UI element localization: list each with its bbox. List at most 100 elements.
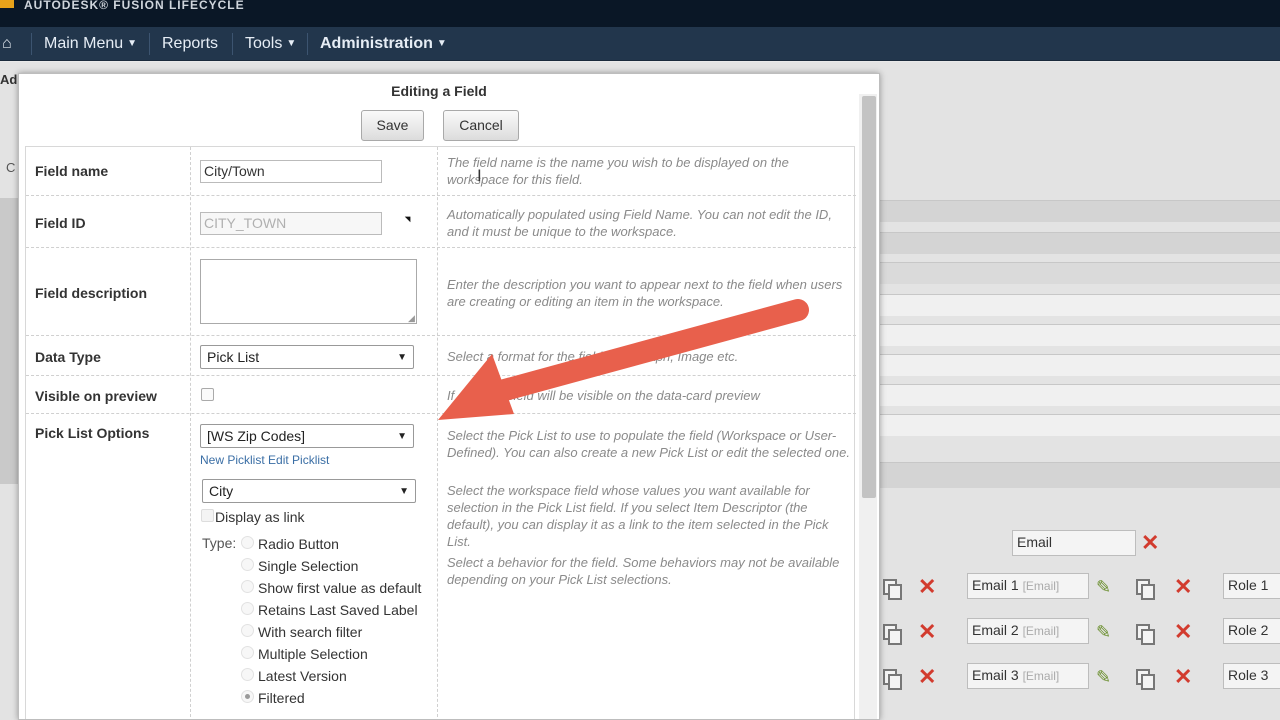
annotation-arrow-head (438, 354, 514, 420)
background-panel (0, 198, 20, 484)
type-help: Select a behavior for the field. Some be… (447, 555, 840, 587)
nav-administration[interactable]: Administration ▼ (320, 34, 447, 54)
background-band (880, 384, 1280, 406)
copy-icon[interactable] (883, 624, 902, 645)
pick-list-options-label: Pick List Options (35, 425, 150, 441)
copy-icon[interactable] (883, 669, 902, 690)
scrollbar-thumb[interactable] (862, 96, 876, 498)
nav-tools-label: Tools (245, 35, 283, 53)
background-band (880, 232, 1280, 254)
picklist-help: Select the Pick List to use to populate … (447, 428, 850, 460)
role-row-input[interactable]: Role 2 (1223, 618, 1280, 644)
annotation-arrow-shaft (479, 299, 809, 405)
resize-handle-icon[interactable]: ◢ (408, 314, 415, 323)
brand-text: AUTODESK® FUSION LIFECYCLE (24, 0, 245, 12)
nav-tools[interactable]: Tools ▼ (245, 34, 296, 54)
chevron-down-icon: ▼ (397, 431, 407, 442)
brand-bar: AUTODESK® FUSION LIFECYCLE (0, 0, 1280, 27)
nav-reports[interactable]: Reports (162, 34, 218, 54)
nav-main-menu[interactable]: Main Menu ▼ (44, 34, 137, 54)
field-description-textarea[interactable] (200, 259, 417, 324)
email-row-value: Email 2 (972, 622, 1019, 638)
home-icon[interactable]: ⌂ (2, 35, 20, 53)
chevron-down-icon: ▼ (436, 38, 447, 49)
type-option-label: Single Selection (258, 558, 359, 574)
background-band (880, 200, 1280, 222)
picklist-field-help: Select the workspace field whose values … (447, 483, 829, 549)
copy-icon[interactable] (1136, 669, 1155, 690)
display-as-link-label: Display as link (215, 509, 305, 525)
delete-icon[interactable]: ✕ (918, 666, 936, 688)
nav-divider (232, 33, 233, 55)
type-option-label: Show first value as default (258, 580, 422, 596)
picklist-field-value: City (209, 483, 234, 499)
mouse-pointer-icon (404, 213, 414, 223)
email-row-input[interactable]: Email 2 [Email] (967, 618, 1089, 644)
type-option-label: Latest Version (258, 668, 347, 684)
copy-icon[interactable] (883, 579, 902, 600)
email-row-input[interactable]: Email 1 [Email] (967, 573, 1089, 599)
picklist-value: [WS Zip Codes] (207, 428, 306, 444)
pencil-icon[interactable]: ✎ (1096, 578, 1111, 596)
type-radio-retains-last-saved[interactable] (241, 602, 254, 615)
email-row-input[interactable]: Email 3 [Email] (967, 663, 1089, 689)
delete-icon[interactable]: ✕ (1141, 532, 1159, 554)
edit-picklist-link[interactable]: Edit Picklist (268, 453, 329, 467)
email-filter-input[interactable]: Email (1012, 530, 1136, 556)
delete-icon[interactable]: ✕ (1174, 621, 1192, 643)
visible-on-preview-checkbox[interactable] (201, 388, 214, 401)
field-description-label: Field description (35, 285, 148, 301)
type-radio-show-first-value[interactable] (241, 580, 254, 593)
role-row-input[interactable]: Role 1 (1223, 573, 1280, 599)
picklist-select[interactable]: [WS Zip Codes] ▼ (200, 424, 414, 448)
delete-icon[interactable]: ✕ (1174, 666, 1192, 688)
email-row-value: Email 1 (972, 577, 1019, 593)
field-name-input[interactable]: City/Town (200, 160, 382, 183)
type-radio-multiple-selection[interactable] (241, 646, 254, 659)
save-button[interactable]: Save (361, 110, 424, 141)
row-divider (26, 195, 856, 196)
column-divider (437, 147, 438, 719)
type-option-label: Radio Button (258, 536, 339, 552)
email-row-hint: [Email] (1022, 624, 1060, 638)
role-row-input[interactable]: Role 3 (1223, 663, 1280, 689)
background-band (880, 324, 1280, 346)
picklist-field-select[interactable]: City ▼ (202, 479, 416, 503)
nav-divider (149, 33, 150, 55)
cancel-button[interactable]: Cancel (443, 110, 519, 141)
main-nav: ⌂ Main Menu ▼ Reports Tools ▼ Administrati… (0, 27, 1280, 61)
picklist-links: New Picklist Edit Picklist (200, 453, 329, 467)
type-option-label: With search filter (258, 624, 363, 640)
data-type-select[interactable]: Pick List ▼ (200, 345, 414, 369)
type-option-label: Retains Last Saved Label (258, 602, 418, 618)
type-radio-latest-version[interactable] (241, 668, 254, 681)
nav-divider (307, 33, 308, 55)
copy-icon[interactable] (1136, 579, 1155, 600)
type-radio-radio-button[interactable] (241, 536, 254, 549)
email-row-hint: [Email] (1022, 579, 1060, 593)
delete-icon[interactable]: ✕ (918, 576, 936, 598)
copy-icon[interactable] (1136, 624, 1155, 645)
text-cursor-icon: I (477, 166, 482, 185)
chevron-down-icon: ▼ (397, 352, 407, 363)
new-picklist-link[interactable]: New Picklist (200, 453, 265, 467)
type-radio-with-search-filter[interactable] (241, 624, 254, 637)
field-form: Field name City/Town The field name is t… (25, 146, 856, 719)
nav-administration-label: Administration (320, 35, 433, 53)
background-band (880, 294, 1280, 316)
field-id-label: Field ID (35, 215, 86, 231)
data-type-label: Data Type (35, 349, 101, 365)
delete-icon[interactable]: ✕ (918, 621, 936, 643)
email-row-value: Email 3 (972, 667, 1019, 683)
type-radio-single-selection[interactable] (241, 558, 254, 571)
row-divider (26, 247, 856, 248)
pencil-icon[interactable]: ✎ (1096, 668, 1111, 686)
delete-icon[interactable]: ✕ (1174, 576, 1192, 598)
chevron-down-icon: ▼ (286, 38, 297, 49)
type-radio-filtered[interactable] (241, 690, 254, 703)
pencil-icon[interactable]: ✎ (1096, 623, 1111, 641)
type-option-label: Multiple Selection (258, 646, 368, 662)
visible-on-preview-label: Visible on preview (35, 388, 157, 404)
display-as-link-checkbox[interactable] (201, 509, 214, 522)
nav-main-menu-label: Main Menu (44, 35, 124, 53)
